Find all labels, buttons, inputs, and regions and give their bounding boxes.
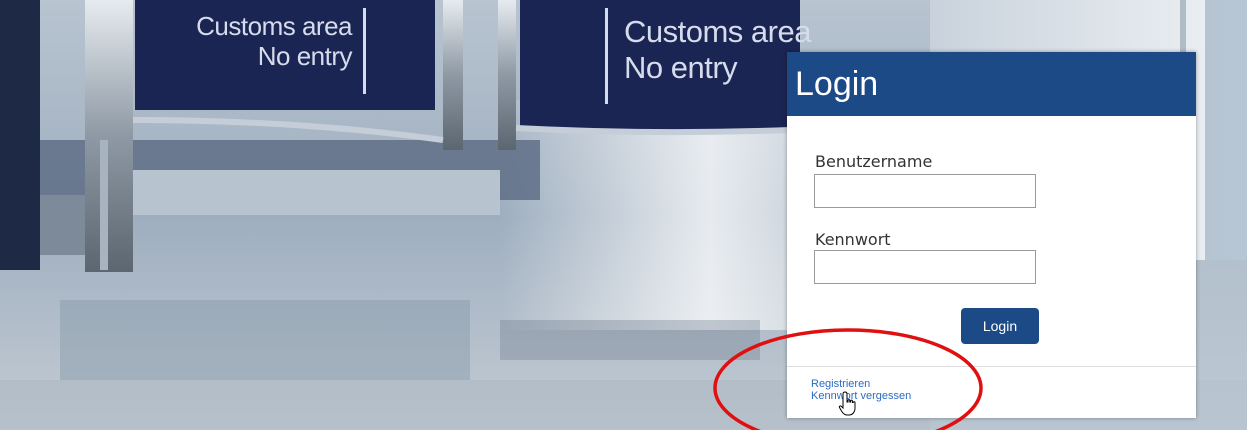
divider	[787, 366, 1196, 367]
username-input[interactable]	[814, 174, 1036, 208]
login-links: Registrieren Kennwort vergessen	[811, 378, 911, 402]
page: Customs area No entry Customs area No en…	[0, 0, 1247, 430]
password-label: Kennwort	[815, 230, 891, 249]
customs-sign-left-line1: Customs area	[196, 11, 352, 41]
customs-sign-right-line1: Customs area	[624, 14, 811, 49]
username-label: Benutzername	[815, 152, 933, 171]
register-link[interactable]: Registrieren	[811, 378, 911, 390]
hand-pointer-icon	[838, 391, 856, 416]
customs-sign-left: Customs area No entry	[180, 11, 353, 72]
forgot-password-link[interactable]: Kennwort vergessen	[811, 390, 911, 402]
login-panel: Login Benutzername Kennwort Login Regist…	[787, 52, 1196, 418]
login-title: Login	[787, 52, 1196, 116]
customs-sign-left-line2: No entry	[257, 40, 353, 71]
password-input[interactable]	[814, 250, 1036, 284]
login-button[interactable]: Login	[961, 308, 1039, 344]
